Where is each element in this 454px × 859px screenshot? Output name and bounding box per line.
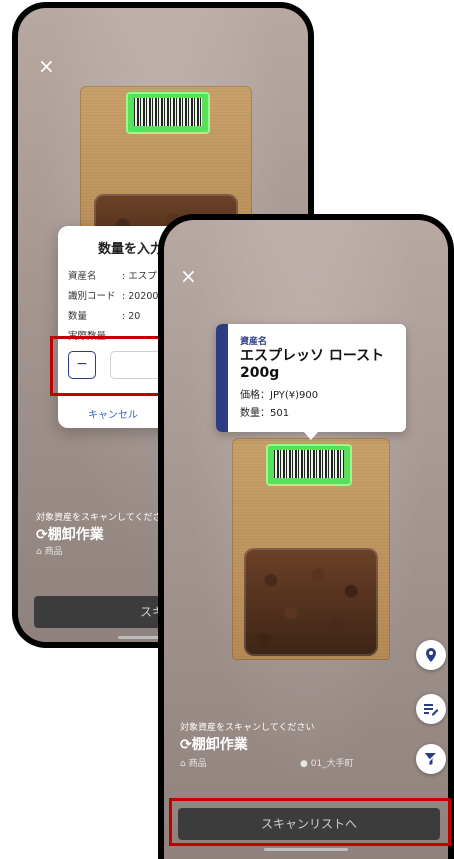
scan-hint: 対象資産をスキャンしてくださ bbox=[36, 513, 162, 523]
asset-price: 価格：JPY(¥)900 bbox=[240, 390, 319, 401]
bottom-button-highlight bbox=[169, 798, 451, 846]
stepper-highlight bbox=[50, 336, 164, 396]
task-title: ⟳棚卸作業 bbox=[36, 524, 104, 544]
home-indicator bbox=[264, 848, 348, 851]
filter-button[interactable] bbox=[416, 744, 446, 774]
row-value: : 20 bbox=[122, 311, 141, 322]
close-icon[interactable]: × bbox=[38, 56, 55, 76]
edit-list-icon bbox=[424, 704, 439, 716]
card-accent-bar bbox=[216, 324, 228, 432]
category-label: ⌂ 商品 bbox=[180, 756, 207, 769]
dialog-row-code: 識別コード: 202000 bbox=[68, 288, 165, 302]
asset-name: エスプレッソ ロースト 200g bbox=[240, 348, 385, 381]
location-pin-icon: ● bbox=[300, 759, 308, 769]
front-camera-view: × 資産名 エスプレッソ ロースト 200g 価格：JPY(¥)900 数量：5… bbox=[164, 220, 448, 859]
box-icon: ⌂ bbox=[36, 547, 42, 557]
cancel-button[interactable]: キャンセル bbox=[88, 406, 138, 421]
front-phone: × 資産名 エスプレッソ ロースト 200g 価格：JPY(¥)900 数量：5… bbox=[158, 214, 454, 859]
row-label: 識別コード bbox=[68, 291, 116, 302]
row-label: 数量 bbox=[68, 311, 88, 322]
row-label: 資産名 bbox=[68, 271, 97, 282]
filter-off-icon bbox=[424, 752, 438, 766]
refresh-icon: ⟳ bbox=[180, 737, 192, 753]
box-icon: ⌂ bbox=[180, 759, 186, 769]
dialog-row-qty: 数量 : 20 bbox=[68, 308, 140, 322]
barcode-highlight bbox=[266, 444, 352, 486]
barcode-icon bbox=[134, 98, 202, 126]
location-text: 01_大手町 bbox=[310, 759, 354, 769]
location-button[interactable] bbox=[416, 640, 446, 670]
asset-info-card[interactable]: 資産名 エスプレッソ ロースト 200g 価格：JPY(¥)900 数量：501 bbox=[216, 324, 406, 440]
bag-window bbox=[244, 548, 378, 656]
location-pin-icon bbox=[426, 648, 436, 662]
task-title-text: 棚卸作業 bbox=[47, 527, 104, 543]
edit-list-button[interactable] bbox=[416, 694, 446, 724]
scan-hint: 対象資産をスキャンしてください bbox=[180, 723, 315, 733]
category-text: 商品 bbox=[188, 759, 207, 769]
category-label: ⌂ 商品 bbox=[36, 544, 63, 557]
asset-quantity: 数量：501 bbox=[240, 408, 290, 419]
asset-name-label: 資産名 bbox=[240, 337, 268, 347]
task-title: ⟳棚卸作業 bbox=[180, 734, 248, 754]
location-label: ● 01_大手町 bbox=[300, 756, 354, 769]
refresh-icon: ⟳ bbox=[36, 527, 48, 543]
barcode-highlight bbox=[126, 92, 210, 134]
card-pointer bbox=[304, 432, 318, 440]
close-icon[interactable]: × bbox=[180, 266, 197, 286]
dialog-row-asset: 資産名: エスプレ bbox=[68, 268, 166, 282]
task-title-text: 棚卸作業 bbox=[191, 737, 248, 753]
category-text: 商品 bbox=[44, 547, 63, 557]
barcode-icon bbox=[274, 450, 344, 478]
